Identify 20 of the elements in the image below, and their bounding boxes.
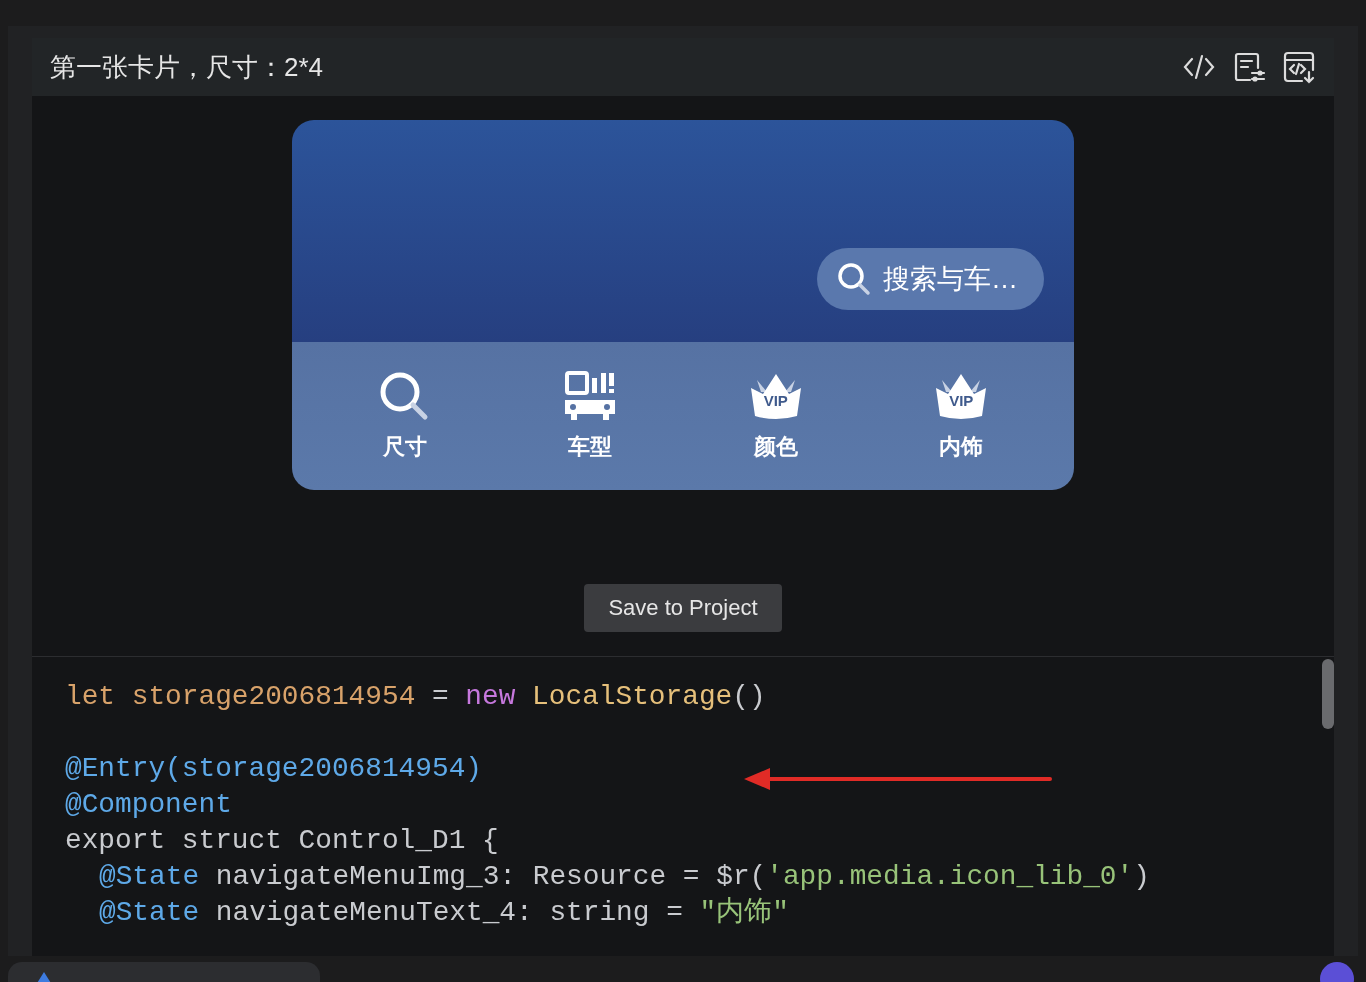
- document-settings-icon[interactable]: [1232, 50, 1266, 84]
- nav-label[interactable]: 尺寸: [382, 432, 427, 462]
- code-download-icon[interactable]: [1282, 50, 1316, 84]
- code-line: @Entry(storage2006814954): [65, 752, 483, 786]
- nav-label[interactable]: 车型: [568, 432, 613, 462]
- nav-label[interactable]: 内饰: [939, 432, 984, 462]
- search-text: 搜索与车…: [883, 263, 1018, 296]
- code-line: @Component: [65, 788, 232, 822]
- search-icon: [837, 262, 871, 296]
- card-title: 第一张卡片，尺寸：2*4: [50, 50, 325, 84]
- vip-label: VIP: [948, 392, 975, 410]
- code-line: @State navigateMenuText_4: string = "内饰": [98, 896, 789, 930]
- save-button[interactable]: Save to Project: [584, 584, 782, 632]
- scrollbar[interactable]: [1322, 659, 1334, 729]
- code-line: @State navigateMenuImg_3: Resource = $r('app.media.icon_lib_0'): [98, 860, 1150, 894]
- vip-label: VIP: [762, 392, 789, 410]
- nav-label[interactable]: 颜色: [753, 432, 798, 462]
- search-bar[interactable]: 搜索与车…: [817, 248, 1044, 310]
- code-line: export struct Control_D1 {: [65, 824, 499, 858]
- code-line: let storage2006814954 = new LocalStorage(): [65, 680, 766, 714]
